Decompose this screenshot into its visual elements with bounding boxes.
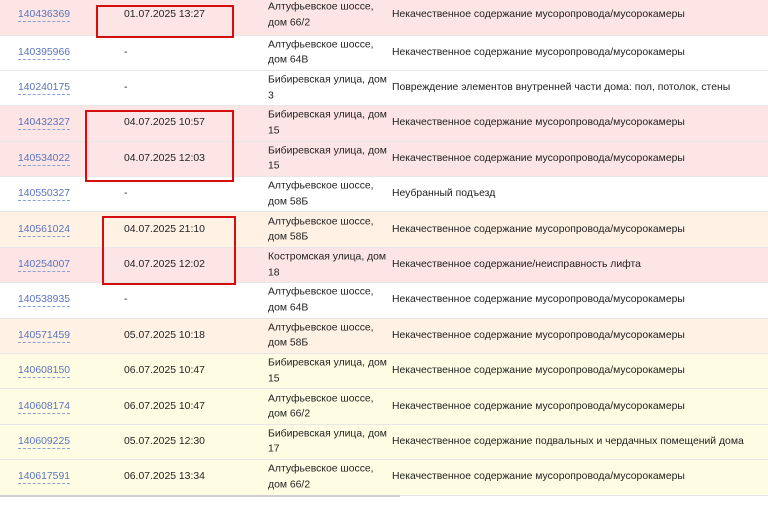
address-cell: Бибиревская улица, дом 17 (268, 428, 387, 455)
description-cell: Некачественное содержание мусоропровода/… (392, 471, 685, 483)
request-id-link[interactable]: 140254007 (18, 258, 71, 273)
description-cell: Повреждение элементов внутренней части д… (392, 82, 731, 94)
table-row[interactable]: 140254007 04.07.2025 12:02 Костромская ули… (0, 247, 768, 284)
requests-table: 140436369 01.07.2025 13:27 Алтуфьевское шо… (0, 0, 768, 496)
description-cell: Некачественное содержание мусоропровода/… (392, 9, 685, 21)
address-cell: Бибиревская улица, дом 3 (268, 74, 387, 102)
description-cell: Некачественное содержание мусоропровода/… (392, 365, 685, 377)
request-id-link[interactable]: 140395966 (18, 46, 71, 60)
description-cell: Неубранный подъезд (392, 188, 496, 200)
request-id-link[interactable]: 140534022 (18, 152, 71, 166)
address-cell: Алтуфьевское шоссе, дом 66/2 (268, 393, 374, 420)
address-cell: Бибиревская улица, дом 15 (268, 109, 387, 137)
table-row[interactable]: 140571459 05.07.2025 10:18 Алтуфьевское шо… (0, 318, 768, 355)
table-row[interactable]: 140538935 - Алтуфьевское шоссе, дом 64В Нек… (0, 283, 768, 319)
address-cell: Алтуфьевское шоссе, дом 66/2 (268, 1, 374, 29)
scrollbar-track[interactable] (0, 495, 400, 497)
request-id-link[interactable]: 140609225 (18, 435, 71, 449)
date-cell: 06.07.2025 10:47 (124, 400, 205, 412)
address-cell: Бибиревская улица, дом 15 (268, 357, 387, 385)
date-cell: - (124, 188, 128, 200)
description-cell: Некачественное содержание/неисправность … (392, 259, 641, 271)
table-row[interactable]: 140561024 04.07.2025 21:10 Алтуфьевское шо… (0, 212, 768, 248)
description-cell: Некачественное содержание подвальных и ч… (392, 435, 744, 447)
address-cell: Бибиревская улица, дом 15 (268, 145, 387, 172)
date-cell: 04.07.2025 10:57 (124, 117, 205, 129)
address-cell: Алтуфьевское шоссе, дом 66/2 (268, 463, 374, 491)
description-cell: Некачественное содержание мусоропровода/… (392, 117, 685, 129)
date-cell: 01.07.2025 13:27 (124, 9, 205, 21)
request-id-link[interactable]: 140432327 (18, 116, 71, 131)
request-id-link[interactable]: 140608150 (18, 364, 71, 379)
date-cell: - (124, 82, 128, 94)
request-id-link[interactable]: 140608174 (18, 400, 71, 414)
date-cell: - (124, 294, 128, 306)
description-cell: Некачественное содержание мусоропровода/… (392, 329, 685, 341)
table-row[interactable]: 140608150 06.07.2025 10:47 Бибиревская ули… (0, 354, 768, 390)
table-row[interactable]: 140550327 - Алтуфьевское шоссе, дом 58Б Неу… (0, 177, 768, 213)
address-cell: Алтуфьевское шоссе, дом 58Б (268, 216, 374, 243)
description-cell: Некачественное содержание мусоропровода/… (392, 400, 685, 412)
request-id-link[interactable]: 140571459 (18, 329, 71, 343)
table-row[interactable]: 140240175 - Бибиревская улица, дом 3 Повреж… (0, 70, 768, 107)
table-row[interactable]: 140432327 04.07.2025 10:57 Бибиревская ули… (0, 106, 768, 142)
address-cell: Алтуфьевское шоссе, дом 64В (268, 39, 374, 66)
date-cell: 04.07.2025 12:02 (124, 259, 205, 271)
request-id-link[interactable]: 140550327 (18, 187, 71, 202)
date-cell: 04.07.2025 21:10 (124, 223, 205, 235)
address-cell: Костромская улица, дом 18 (268, 251, 387, 279)
request-id-link[interactable]: 140617591 (18, 470, 71, 485)
description-cell: Некачественное содержание мусоропровода/… (392, 46, 685, 58)
table-row[interactable]: 140436369 01.07.2025 13:27 Алтуфьевское шо… (0, 0, 768, 36)
address-cell: Алтуфьевское шоссе, дом 58Б (268, 180, 374, 208)
address-cell: Алтуфьевское шоссе, дом 58Б (268, 322, 374, 349)
date-cell: 05.07.2025 10:18 (124, 329, 205, 341)
table-row[interactable]: 140608174 06.07.2025 10:47 Алтуфьевское шо… (0, 389, 768, 425)
request-id-link[interactable]: 140538935 (18, 293, 71, 308)
date-cell: 06.07.2025 13:34 (124, 471, 205, 483)
date-cell: 06.07.2025 10:47 (124, 365, 205, 377)
date-cell: 04.07.2025 12:03 (124, 152, 205, 164)
table-row[interactable]: 140617591 06.07.2025 13:34 Алтуфьевское шо… (0, 460, 768, 496)
table-row[interactable]: 140395966 - Алтуфьевское шоссе, дом 64В Нек… (0, 35, 768, 71)
address-cell: Алтуфьевское шоссе, дом 64В (268, 286, 374, 314)
description-cell: Некачественное содержание мусоропровода/… (392, 294, 685, 306)
date-cell: 05.07.2025 12:30 (124, 435, 205, 447)
table-row[interactable]: 140609225 05.07.2025 12:30 Бибиревская ули… (0, 424, 768, 461)
request-id-link[interactable]: 140561024 (18, 223, 71, 237)
table-row[interactable]: 140534022 04.07.2025 12:03 Бибиревская ули… (0, 141, 768, 178)
request-id-link[interactable]: 140240175 (18, 81, 71, 96)
date-cell: - (124, 46, 128, 58)
request-id-link[interactable]: 140436369 (18, 8, 71, 23)
description-cell: Некачественное содержание мусоропровода/… (392, 223, 685, 235)
description-cell: Некачественное содержание мусоропровода/… (392, 152, 685, 164)
